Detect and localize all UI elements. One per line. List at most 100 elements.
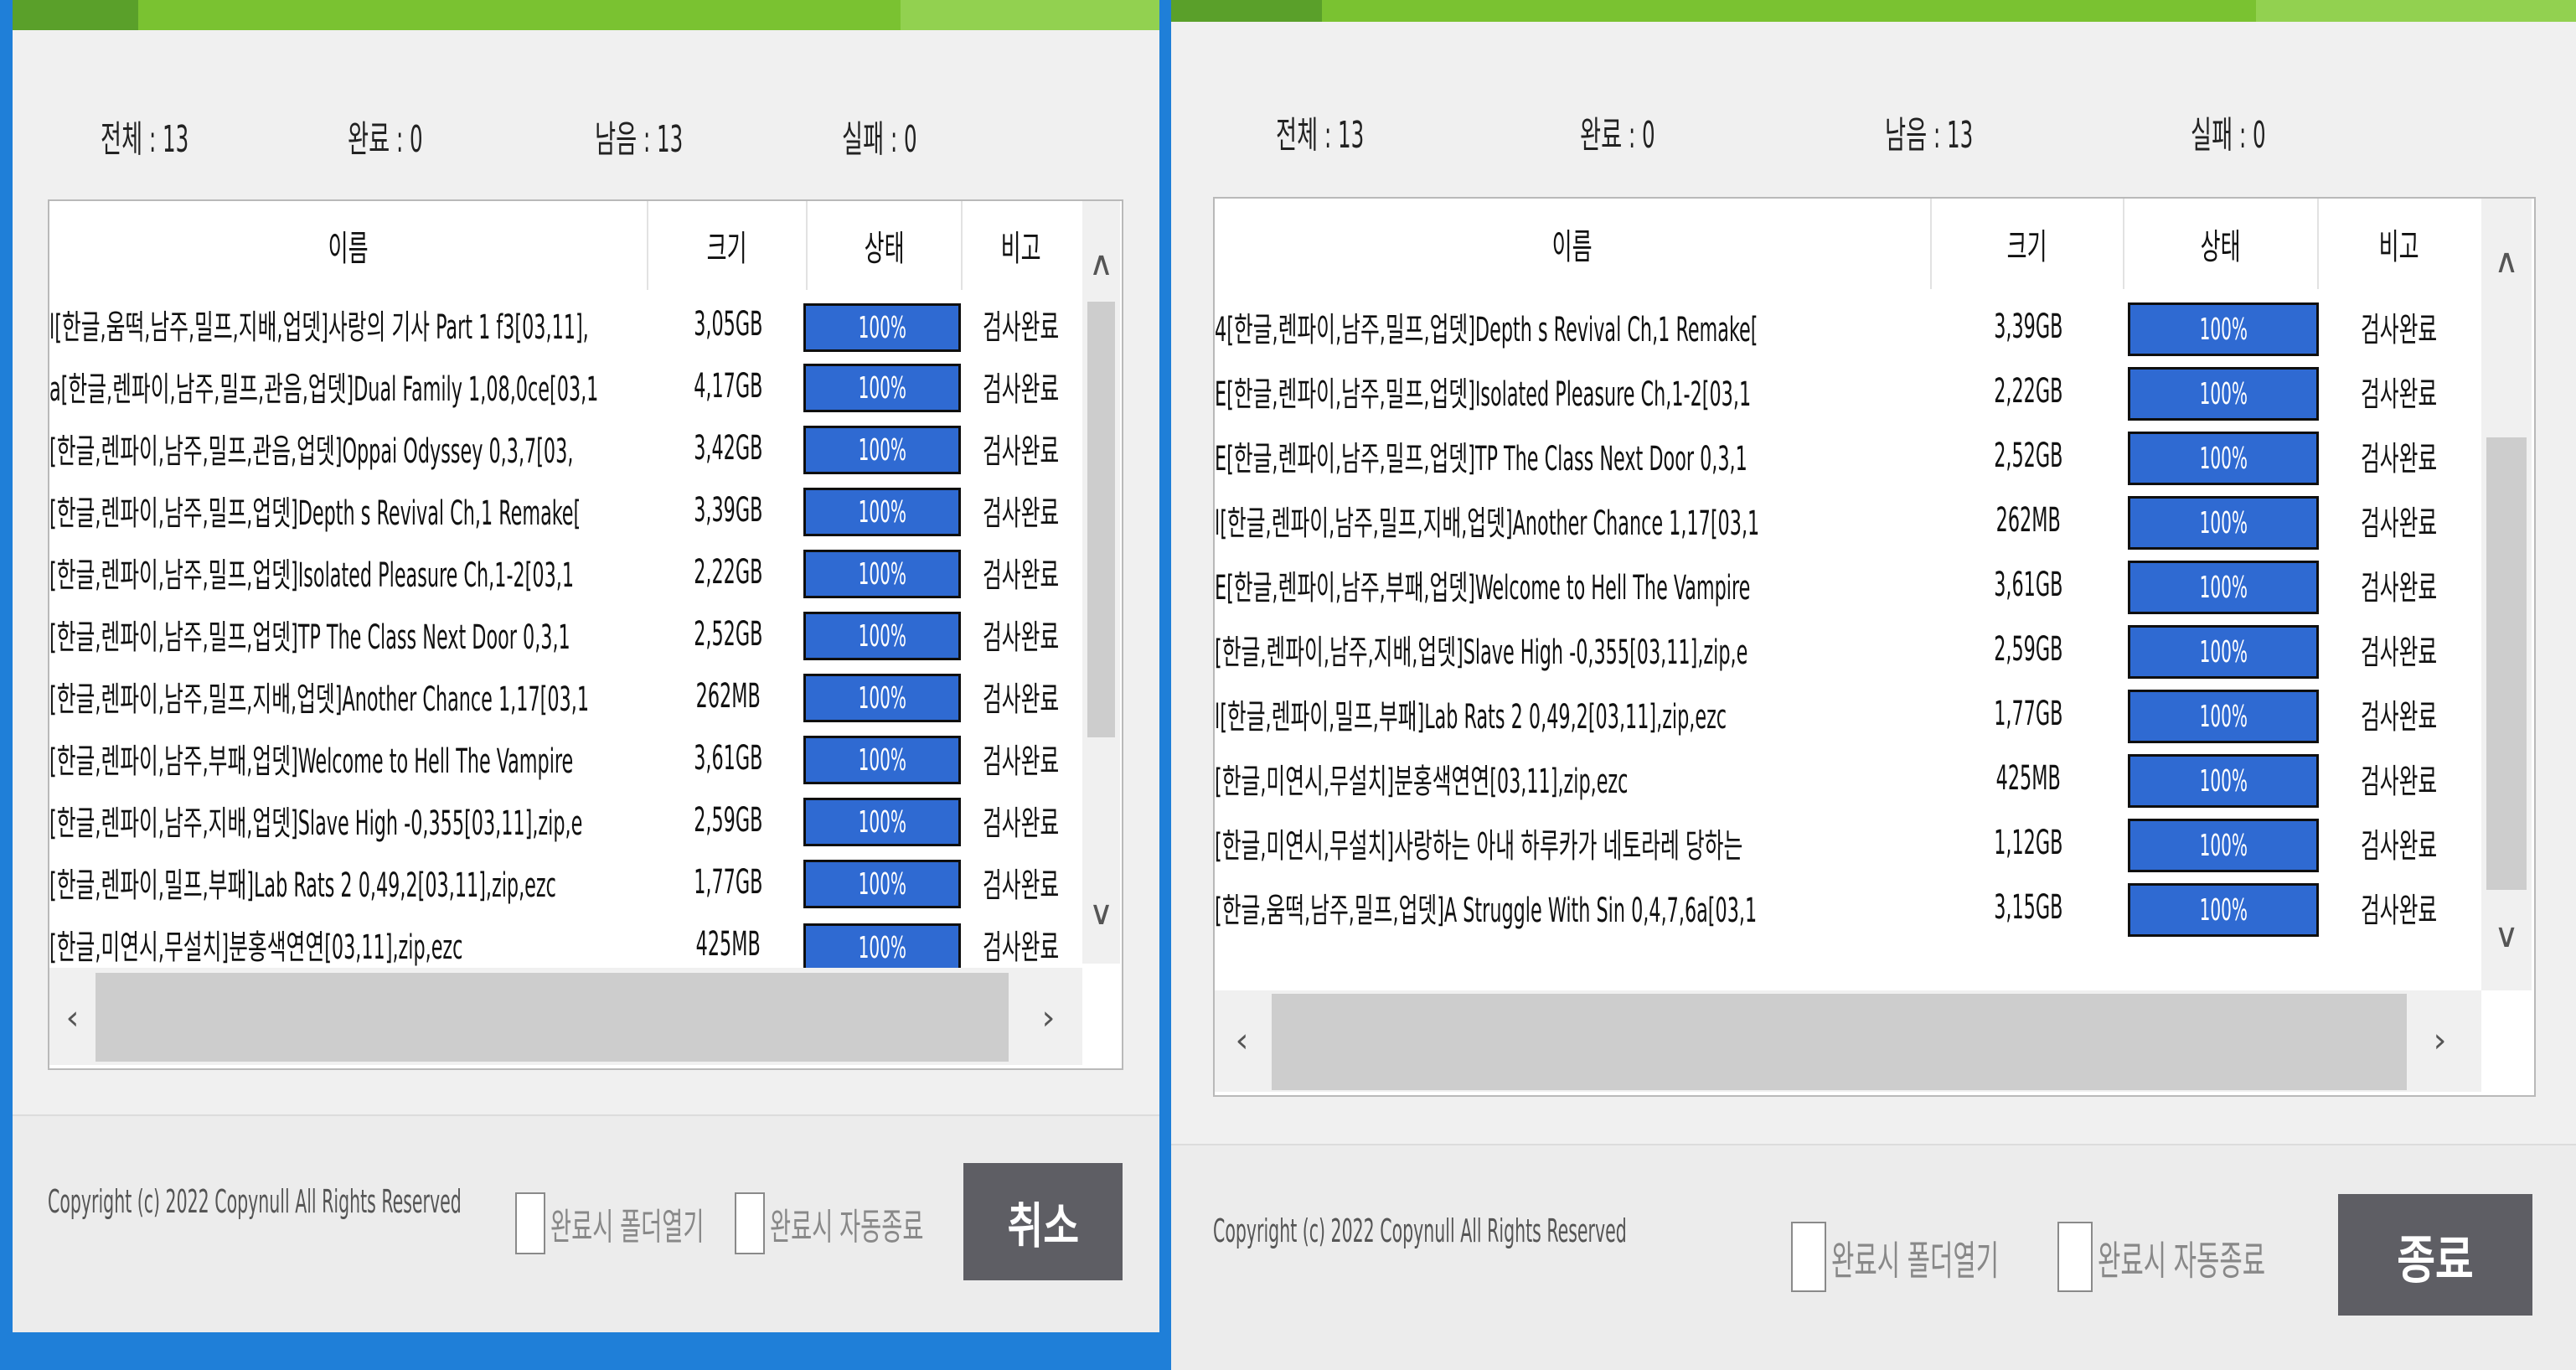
cancel-button[interactable]: 취소 — [963, 1163, 1123, 1280]
table-row[interactable]: [한글,렌파이,남주,지배,업뎃]Slave High -0,355[03,11… — [1215, 617, 2480, 681]
file-name: l[한글,렌파이,밀프,부패]Lab Rats 2 0,49,2[03,11],… — [1215, 697, 1727, 737]
status-note: 검사완료 — [2361, 375, 2438, 414]
file-size: 2,22GB — [1993, 371, 2063, 411]
file-size: 3,39GB — [693, 491, 763, 530]
table-row[interactable]: [한글,움떡,남주,밀프,업뎃]A Struggle With Sin 0,4,… — [1215, 875, 2480, 939]
summary-stats: 전체 : 13 완료 : 0 남음 : 13 실패 : 0 — [13, 109, 1159, 161]
checkbox-label: 완료시 자동종료 — [770, 1206, 924, 1249]
file-size: 1,77GB — [1993, 694, 2063, 733]
horizontal-scrollbar[interactable]: ‹ › — [49, 968, 1082, 1065]
chevron-right-icon[interactable]: › — [2413, 1007, 2467, 1074]
file-size: 3,61GB — [693, 739, 763, 778]
table-row[interactable]: [한글,렌파이,밀프,부패]Lab Rats 2 0,49,2[03,11],z… — [49, 851, 1080, 913]
column-header-size[interactable]: 크기 — [1932, 199, 2124, 289]
table-row[interactable]: [한글,렌파이,남주,밀프,업뎃]Depth s Revival Ch,1 Re… — [49, 479, 1080, 541]
table-row[interactable]: E[한글,렌파이,남주,밀프,업뎃]TP The Class Next Door… — [1215, 423, 2480, 488]
status-note: 검사완료 — [2361, 504, 2438, 543]
table-row[interactable]: [한글,미연시,무설치]분홍색연연[03,11],zip,ezc 425MB 1… — [49, 913, 1080, 975]
table-row[interactable]: [한글,렌파이,남주,밀프,업뎃]TP The Class Next Door … — [49, 603, 1080, 665]
status-note: 검사완료 — [983, 866, 1060, 905]
title-bar-accent — [13, 0, 1159, 30]
checkbox-box[interactable] — [1791, 1222, 1826, 1292]
table-row[interactable]: 4[한글,렌파이,남주,밀프,업뎃]Depth s Revival Ch,1 R… — [1215, 294, 2480, 359]
table-row[interactable]: l[한글,움떡,남주,밀프,지배,업뎃]사랑의 기사 Part 1 f3[03,… — [49, 293, 1080, 355]
file-size: 3,15GB — [1993, 887, 2063, 927]
caret-down-icon[interactable]: ∨ — [1082, 884, 1120, 943]
status-note: 검사완료 — [983, 742, 1060, 781]
caret-down-icon[interactable]: ∨ — [2481, 907, 2532, 965]
table-row[interactable]: a[한글,렌파이,남주,밀프,관음,업뎃]Dual Family 1,08,0c… — [49, 355, 1080, 417]
status-note: 검사완료 — [983, 804, 1060, 843]
progress-bar: 100% — [803, 612, 961, 660]
file-size: 2,52GB — [1993, 436, 2063, 475]
column-header-status[interactable]: 상태 — [808, 201, 963, 290]
column-header-note[interactable]: 비고 — [963, 201, 1080, 290]
vertical-scroll-thumb[interactable] — [2486, 437, 2527, 890]
table-row[interactable]: [한글,미연시,무설치]분홍색연연[03,11],zip,ezc 425MB 1… — [1215, 746, 2480, 810]
status-note: 검사완료 — [983, 618, 1060, 657]
table-row[interactable]: l[한글,렌파이,밀프,부패]Lab Rats 2 0,49,2[03,11],… — [1215, 681, 2480, 746]
horizontal-scroll-thumb[interactable] — [96, 973, 1009, 1062]
file-name: [한글,렌파이,남주,밀프,관음,업뎃]Oppai Odyssey 0,3,7[… — [49, 432, 574, 471]
auto-exit-checkbox[interactable]: 완료시 자동종료 — [2057, 1219, 2368, 1295]
checkbox-box[interactable] — [515, 1192, 545, 1254]
file-size: 2,59GB — [693, 801, 763, 840]
checkbox-label: 완료시 폴더열기 — [1831, 1238, 2000, 1285]
table-row[interactable]: [한글,렌파이,남주,지배,업뎃]Slave High -0,355[03,11… — [49, 789, 1080, 851]
progress-bar: 100% — [803, 426, 961, 474]
progress-bar: 100% — [803, 364, 961, 412]
table-row[interactable]: [한글,렌파이,남주,밀프,업뎃]Isolated Pleasure Ch,1-… — [49, 541, 1080, 603]
table-row[interactable]: l[한글,렌파이,남주,밀프,지배,업뎃]Another Chance 1,17… — [1215, 488, 2480, 552]
chevron-left-icon[interactable]: ‹ — [49, 985, 96, 1052]
file-name: [한글,미연시,무설치]분홍색연연[03,11],zip,ezc — [1215, 762, 1629, 801]
chevron-left-icon[interactable]: ‹ — [1215, 1007, 1269, 1074]
file-size: 425MB — [1995, 758, 2061, 798]
exit-button[interactable]: 종료 — [2338, 1194, 2532, 1316]
table-row[interactable]: [한글,미연시,무설치]사랑하는 아내 하루카가 네토라레 당하는 1,12GB… — [1215, 810, 2480, 875]
progress-bar: 100% — [803, 488, 961, 536]
table-row[interactable]: [한글,렌파이,남주,밀프,관음,업뎃]Oppai Odyssey 0,3,7[… — [49, 417, 1080, 479]
vertical-scrollbar[interactable]: ∧ ∨ — [1082, 201, 1120, 964]
table-row[interactable]: E[한글,렌파이,남주,밀프,업뎃]Isolated Pleasure Ch,1… — [1215, 359, 2480, 423]
file-name: [한글,미연시,무설치]분홍색연연[03,11],zip,ezc — [49, 928, 463, 967]
file-name: [한글,움떡,남주,밀프,업뎃]A Struggle With Sin 0,4,… — [1215, 891, 1758, 930]
stat-done: 완료 : 0 — [348, 118, 423, 161]
table-row[interactable]: E[한글,렌파이,남주,부패,업뎃]Welcome to Hell The Va… — [1215, 552, 2480, 617]
progress-bar: 100% — [2128, 883, 2319, 937]
checkbox-label: 완료시 자동종료 — [2098, 1238, 2266, 1285]
progress-bar: 100% — [2128, 496, 2319, 550]
column-header-name[interactable]: 이름 — [49, 201, 648, 290]
progress-bar: 100% — [803, 736, 961, 784]
list-header: 이름 크기 상태 비고 — [49, 201, 1080, 290]
file-name: [한글,렌파이,남주,지배,업뎃]Slave High -0,355[03,11… — [49, 804, 583, 843]
column-header-note[interactable]: 비고 — [2319, 199, 2480, 289]
file-size: 1,77GB — [693, 863, 763, 902]
table-row[interactable]: [한글,렌파이,남주,부패,업뎃]Welcome to Hell The Vam… — [49, 727, 1080, 789]
vertical-scrollbar[interactable]: ∧ ∨ — [2481, 199, 2532, 990]
file-name: [한글,렌파이,남주,부패,업뎃]Welcome to Hell The Vam… — [49, 742, 574, 781]
horizontal-scroll-thumb[interactable] — [1272, 994, 2407, 1090]
caret-up-icon[interactable]: ∧ — [2481, 232, 2532, 291]
file-size: 2,59GB — [1993, 629, 2063, 669]
file-name: a[한글,렌파이,남주,밀프,관음,업뎃]Dual Family 1,08,0c… — [49, 370, 599, 409]
progress-bar: 100% — [803, 303, 961, 352]
checkbox-box[interactable] — [735, 1192, 765, 1254]
file-size: 425MB — [695, 925, 761, 964]
column-header-size[interactable]: 크기 — [648, 201, 808, 290]
table-row[interactable]: [한글,렌파이,남주,밀프,지배,업뎃]Another Chance 1,17[… — [49, 665, 1080, 727]
caret-up-icon[interactable]: ∧ — [1082, 235, 1120, 293]
chevron-right-icon[interactable]: › — [1025, 985, 1071, 1052]
summary-stats: 전체 : 13 완료 : 0 남음 : 13 실패 : 0 — [1171, 105, 2576, 157]
column-header-status[interactable]: 상태 — [2124, 199, 2319, 289]
file-name: [한글,렌파이,남주,밀프,업뎃]Depth s Revival Ch,1 Re… — [49, 494, 581, 533]
status-note: 검사완료 — [983, 928, 1060, 967]
file-name: l[한글,렌파이,남주,밀프,지배,업뎃]Another Chance 1,17… — [1215, 504, 1760, 543]
status-note: 검사완료 — [2361, 633, 2438, 672]
open-folder-checkbox[interactable]: 완료시 폴더열기 — [1791, 1219, 2102, 1295]
checkbox-box[interactable] — [2057, 1222, 2093, 1292]
title-bar-accent — [1171, 0, 2576, 22]
vertical-scroll-thumb[interactable] — [1087, 302, 1115, 737]
horizontal-scrollbar[interactable]: ‹ › — [1215, 990, 2481, 1092]
file-name: 4[한글,렌파이,남주,밀프,업뎃]Depth s Revival Ch,1 R… — [1215, 310, 1758, 349]
column-header-name[interactable]: 이름 — [1215, 199, 1932, 289]
